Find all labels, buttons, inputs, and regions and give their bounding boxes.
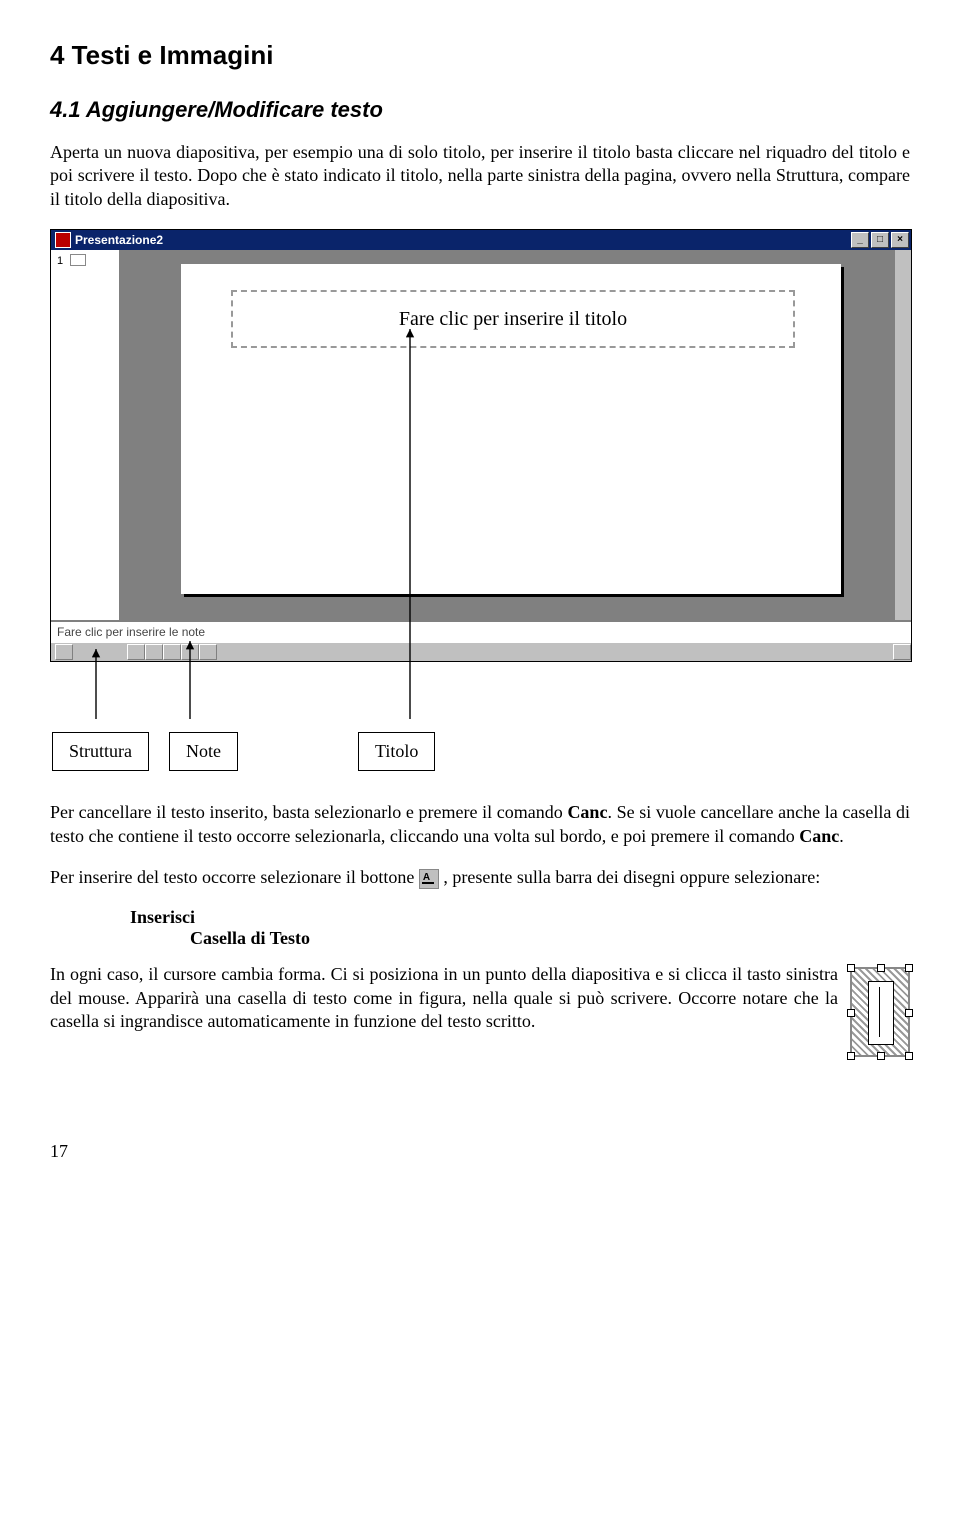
slide-view-icon [163,644,181,660]
app-icon [55,232,71,248]
vertical-scrollbar [894,250,911,620]
sorter-view-icon [181,644,199,660]
slide-thumb-icon [70,254,86,266]
menu-path-level1: Inserisci [130,907,910,928]
window-titlebar: Presentazione2 _ □ × [51,230,911,250]
paragraph-cancel: Per cancellare il testo inserito, basta … [50,801,910,848]
label-struttura: Struttura [52,732,149,771]
powerpoint-window: Presentazione2 _ □ × 1 Fare clic per ins… [50,229,912,662]
paragraph-intro: Aperta un nuova diapositiva, per esempio… [50,141,910,211]
maximize-icon: □ [871,232,889,248]
slide-pane: Fare clic per inserire il titolo [121,250,894,620]
normal-view-icon [127,644,145,660]
menu-path-level2: Casella di Testo [190,928,910,949]
view-buttons [127,644,217,660]
section-heading: 4 Testi e Immagini [50,40,910,71]
paragraph-insert-button: Per inserire del testo occorre seleziona… [50,866,910,889]
slide-canvas: Fare clic per inserire il titolo [181,264,841,594]
label-note: Note [169,732,238,771]
scroll-right-icon [893,644,911,660]
outline-view-icon [145,644,163,660]
window-title: Presentazione2 [75,233,163,247]
textbox-figure [850,967,910,1057]
outline-pane: 1 [51,250,121,620]
label-titolo: Titolo [358,732,435,771]
scroll-left-icon [55,644,73,660]
textbox-toolbar-icon [419,869,439,889]
slide-number: 1 [55,254,65,268]
title-placeholder: Fare clic per inserire il titolo [231,290,795,348]
screenshot-figure: Presentazione2 _ □ × 1 Fare clic per ins… [50,229,910,662]
subsection-heading: 4.1 Aggiungere/Modificare testo [50,97,910,123]
slideshow-view-icon [199,644,217,660]
paragraph-cursor: In ogni caso, il cursore cambia forma. C… [50,963,910,1033]
minimize-icon: _ [851,232,869,248]
status-bar [51,642,911,661]
close-icon: × [891,232,909,248]
page-number: 17 [50,1141,910,1162]
notes-placeholder: Fare clic per inserire le note [51,620,911,642]
callout-labels: Struttura Note Titolo [50,732,910,771]
